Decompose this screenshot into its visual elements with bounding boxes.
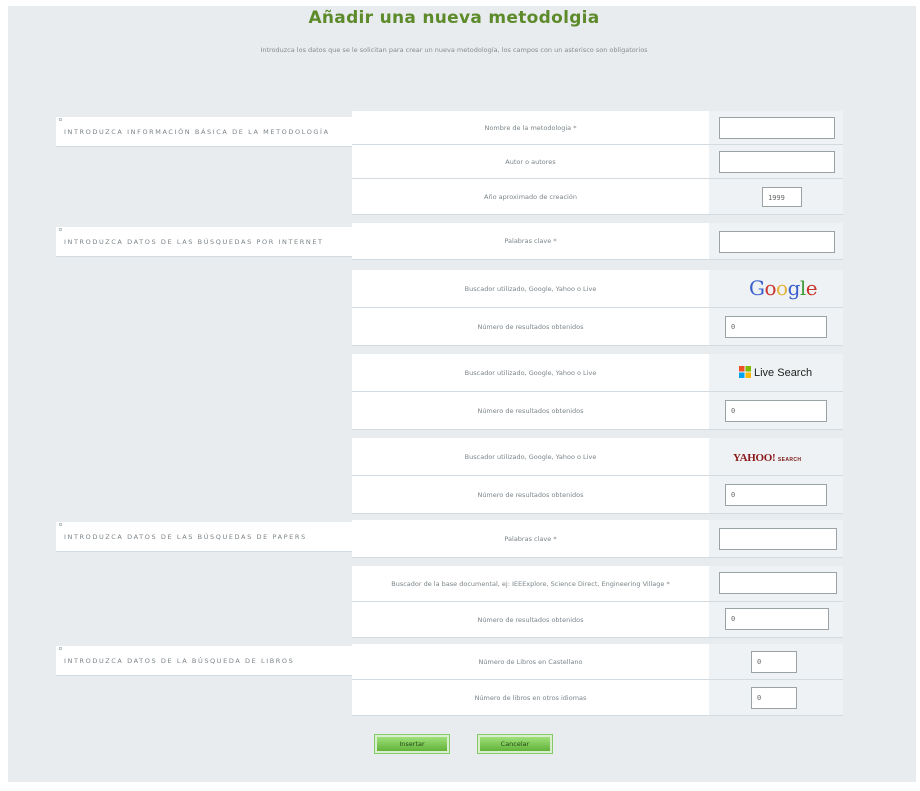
- live-logo-cell: Live Search: [709, 354, 843, 392]
- insert-button[interactable]: Insertar: [375, 735, 449, 753]
- papers-results-label-cell: Número de resultados obtenidos: [352, 602, 709, 638]
- papers-results-value-cell: 0: [709, 602, 843, 638]
- yahoo-results-label: Número de resultados obtenidos: [477, 490, 584, 499]
- libros-otros-value-cell: 0: [709, 680, 843, 716]
- section-internet-title: INTRODUZCA DATOS DE LAS BÚSQUEDAS POR IN…: [64, 238, 324, 246]
- base-doc-value-cell: [709, 566, 843, 602]
- libros-otros-input[interactable]: 0: [751, 687, 797, 709]
- google-results-label: Número de resultados obtenidos: [477, 322, 584, 331]
- anio-label-cell: Año aproximado de creación: [352, 179, 709, 215]
- libros-otros-label-cell: Número de libros en otros idiomas: [352, 680, 709, 716]
- cancel-button[interactable]: Cancelar: [478, 735, 552, 753]
- google-letter: e: [805, 276, 818, 300]
- palabras-internet-label-cell: Palabras clave *: [352, 223, 709, 260]
- section-marker-icon: [59, 647, 62, 650]
- papers-results-input[interactable]: 0: [725, 608, 829, 630]
- live-search-logo: Live Search: [739, 366, 812, 379]
- anio-input[interactable]: 1999: [762, 187, 802, 207]
- yahoo-results-value-cell: 0: [709, 476, 843, 514]
- google-results-label-cell: Número de resultados obtenidos: [352, 308, 709, 346]
- google-results-value-cell: 0: [709, 308, 843, 346]
- anio-value-cell: 1999: [709, 179, 843, 215]
- section-marker-icon: [59, 523, 62, 526]
- libros-castellano-input[interactable]: 0: [751, 651, 797, 673]
- palabras-internet-input[interactable]: [719, 231, 835, 253]
- base-doc-input[interactable]: [719, 572, 837, 594]
- autor-label-cell: Autor o autores: [352, 145, 709, 179]
- google-letter: o: [776, 276, 788, 300]
- yahoo-results-input[interactable]: 0: [725, 484, 827, 506]
- yahoo-results-label-cell: Número de resultados obtenidos: [352, 476, 709, 514]
- page-subtitle: Introduzca los datos que se le solicitan…: [260, 46, 648, 54]
- google-engine-label-cell: Buscador utilizado, Google, Yahoo o Live: [352, 270, 709, 308]
- nombre-label-cell: Nombre de la metodologia *: [352, 111, 709, 145]
- palabras-internet-value-cell: [709, 223, 843, 260]
- autor-label: Autor o autores: [505, 157, 556, 166]
- libros-castellano-value-cell: 0: [709, 644, 843, 680]
- base-doc-label-cell: Buscador de la base documental, ej: IEEE…: [352, 566, 709, 602]
- anio-label: Año aproximado de creación: [484, 192, 577, 201]
- base-doc-label: Buscador de la base documental, ej: IEEE…: [391, 579, 670, 588]
- google-letter: o: [764, 276, 777, 300]
- section-marker-icon: [59, 228, 62, 231]
- yahoo-search-logo: YAHOO! SEARCH: [733, 452, 801, 464]
- libros-castellano-label: Número de Libros en Castellano: [478, 657, 583, 666]
- palabras-papers-value-cell: [709, 520, 843, 558]
- google-letter: g: [787, 276, 801, 300]
- autor-input[interactable]: [719, 151, 835, 173]
- libros-castellano-label-cell: Número de Libros en Castellano: [352, 644, 709, 680]
- section-basic-title: INTRODUZCA INFORMACIÓN BÁSICA DE LA METO…: [64, 128, 330, 136]
- yahoo-logo-text: YAHOO!: [733, 452, 776, 464]
- live-search-text: Live Search: [754, 367, 813, 379]
- yahoo-logo-sub: SEARCH: [777, 457, 802, 463]
- page-title: Añadir una nueva metodolgia: [308, 8, 600, 28]
- live-results-value-cell: 0: [709, 392, 843, 430]
- section-basic-header: INTRODUZCA INFORMACIÓN BÁSICA DE LA METO…: [56, 117, 352, 147]
- live-results-label-cell: Número de resultados obtenidos: [352, 392, 709, 430]
- google-engine-label: Buscador utilizado, Google, Yahoo o Live: [464, 284, 597, 293]
- autor-value-cell: [709, 145, 843, 179]
- yahoo-logo-cell: YAHOO! SEARCH: [709, 438, 843, 476]
- palabras-papers-input[interactable]: [719, 528, 837, 550]
- google-letter: G: [749, 276, 765, 300]
- section-papers-header: INTRODUZCA DATOS DE LAS BÚSQUEDAS DE PAP…: [56, 522, 352, 552]
- live-engine-label: Buscador utilizado, Google, Yahoo o Live: [464, 368, 597, 377]
- live-engine-label-cell: Buscador utilizado, Google, Yahoo o Live: [352, 354, 709, 392]
- google-logo: Google: [749, 276, 818, 300]
- nombre-label: Nombre de la metodologia *: [484, 123, 577, 132]
- papers-results-label: Número de resultados obtenidos: [477, 615, 584, 624]
- live-results-input[interactable]: 0: [725, 400, 827, 422]
- section-papers-title: INTRODUZCA DATOS DE LAS BÚSQUEDAS DE PAP…: [64, 533, 307, 541]
- section-marker-icon: [59, 118, 62, 121]
- palabras-internet-label: Palabras clave *: [504, 237, 557, 245]
- windows-flag-icon: [739, 366, 751, 378]
- google-logo-cell: Google: [709, 270, 843, 308]
- palabras-papers-label: Palabras clave *: [504, 534, 557, 543]
- yahoo-engine-label: Buscador utilizado, Google, Yahoo o Live: [464, 452, 597, 461]
- nombre-value-cell: [709, 111, 843, 145]
- section-books-title: INTRODUZCA DATOS DE LA BÚSQUEDA DE LIBRO…: [64, 657, 295, 665]
- libros-otros-label: Número de libros en otros idiomas: [474, 693, 587, 702]
- section-internet-header: INTRODUZCA DATOS DE LAS BÚSQUEDAS POR IN…: [56, 227, 352, 257]
- yahoo-engine-label-cell: Buscador utilizado, Google, Yahoo o Live: [352, 438, 709, 476]
- google-results-input[interactable]: 0: [725, 316, 827, 338]
- nombre-input[interactable]: [719, 117, 835, 139]
- section-books-header: INTRODUZCA DATOS DE LA BÚSQUEDA DE LIBRO…: [56, 646, 352, 676]
- live-results-label: Número de resultados obtenidos: [477, 406, 584, 415]
- palabras-papers-label-cell: Palabras clave *: [352, 520, 709, 558]
